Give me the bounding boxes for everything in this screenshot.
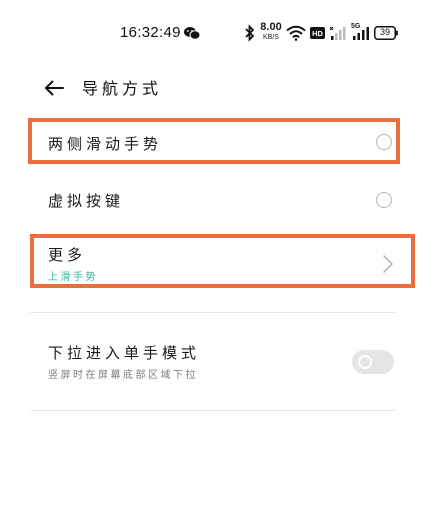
hd-icon: HD: [310, 27, 325, 39]
option-swipe-gestures-label: 两侧滑动手势: [48, 135, 163, 153]
toggle-knob: [358, 355, 372, 369]
network-speed-unit: KB/S: [263, 34, 279, 41]
option-virtual-keys-label[interactable]: 虚拟按键: [48, 190, 124, 211]
back-arrow-icon[interactable]: [42, 76, 66, 100]
bluetooth-icon: [245, 24, 255, 42]
option-more-sublabel: 上滑手势: [48, 272, 98, 283]
chevron-right-icon: [383, 255, 393, 273]
signal-strength-2-icon: [353, 27, 369, 40]
bottom-divider: [30, 410, 396, 411]
hd-label: HD: [312, 29, 323, 38]
wechat-icon: [184, 27, 200, 40]
section-divider: [30, 312, 396, 313]
signal-strength-1-icon: [330, 26, 346, 40]
wifi-icon: [286, 25, 306, 41]
option-more-label: 更多: [48, 246, 87, 264]
status-clock: 16:32:49: [120, 24, 181, 41]
network-speed-value: 8.00: [260, 21, 282, 33]
one-hand-mode-description: 竖屏时在屏幕底部区域下拉: [48, 370, 198, 381]
option-swipe-gestures-radio[interactable]: [376, 134, 392, 150]
battery-level: 39: [379, 27, 390, 37]
network-speed: 8.00 KB/S: [258, 21, 284, 42]
one-hand-mode-label: 下拉进入单手模式: [48, 344, 201, 362]
page-title: 导航方式: [82, 79, 163, 98]
status-bar: 16:32:49 8.00 KB/S HD 5G 39: [0, 0, 428, 66]
option-virtual-keys-radio[interactable]: [376, 192, 392, 208]
